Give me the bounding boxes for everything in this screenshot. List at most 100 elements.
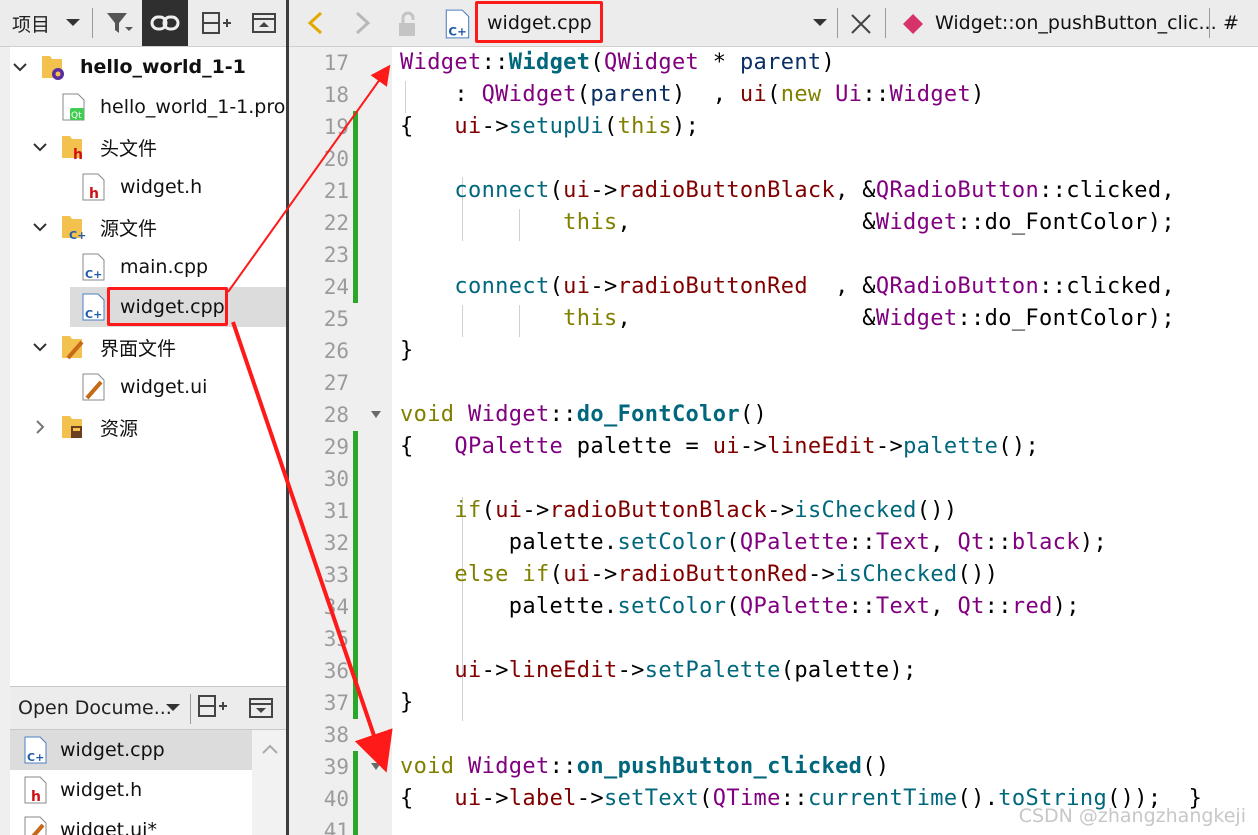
line-number: 19	[323, 115, 349, 139]
editor-toolbar: C+ widget.cpp Widget::on_pushButton_clic…	[289, 0, 1258, 47]
link-editor-button[interactable]	[142, 0, 188, 46]
filter-button[interactable]	[100, 0, 138, 46]
svg-text:C+: C+	[85, 268, 102, 281]
code-line: palette.setColor(QPalette::Text, Qt::red…	[400, 594, 1080, 619]
line-number: 38	[323, 723, 349, 747]
form-folder-icon	[62, 336, 84, 360]
open-document-label: widget.ui*	[60, 819, 157, 835]
collapse-pane-icon	[252, 13, 276, 33]
split-button[interactable]	[196, 0, 236, 46]
project-folder-icon	[42, 56, 64, 80]
code-line: void Widget::on_pushButton_clicked()	[400, 754, 890, 779]
tree-item-headers-folder[interactable]: h 头文件	[10, 127, 287, 167]
widget-ui-label: widget.ui	[120, 376, 208, 398]
collapse-pane-icon	[249, 698, 273, 718]
line-number: 23	[323, 243, 349, 267]
tree-item-widget-ui[interactable]: widget.ui	[10, 367, 287, 407]
project-root-label: hello_world_1-1	[80, 56, 246, 78]
close-pane-button[interactable]	[248, 697, 278, 723]
line-number: 36	[323, 659, 349, 683]
symbol-selector[interactable]: Widget::on_pushButton_clic...	[929, 0, 1217, 46]
code-line: this, &Widget::do_FontColor);	[563, 210, 1175, 235]
left-dock-edge	[0, 47, 10, 835]
close-sidebar-button[interactable]	[244, 0, 284, 46]
chevron-down-icon	[13, 63, 27, 72]
open-document-item[interactable]: h widget.h	[10, 770, 252, 810]
open-documents-list: C+ widget.cpp h widget.h widget.ui*	[10, 730, 252, 835]
resource-folder-icon	[62, 416, 82, 438]
project-view-selector[interactable]: 项目	[4, 0, 90, 46]
chevron-down-icon	[33, 343, 47, 352]
forms-folder-label: 界面文件	[100, 337, 177, 360]
line-number: 21	[323, 179, 349, 203]
cpp-file-icon: C+	[82, 253, 105, 281]
split-button[interactable]	[196, 693, 236, 725]
pro-file-label: hello_world_1-1.pro	[100, 96, 286, 118]
function-symbol-icon	[903, 14, 923, 34]
chevron-down-icon[interactable]	[811, 17, 829, 29]
tree-item-pro-file[interactable]: Qt hello_world_1-1.pro	[10, 87, 287, 127]
line-number: 32	[323, 531, 349, 555]
line-number: 33	[323, 563, 349, 587]
open-document-item[interactable]: widget.ui*	[10, 810, 252, 835]
line-number: 37	[323, 691, 349, 715]
open-documents-scrollbar[interactable]	[252, 730, 287, 835]
headers-folder-label: 头文件	[100, 137, 158, 160]
tree-item-project-root[interactable]: hello_world_1-1	[10, 47, 287, 87]
line-number: 17	[323, 51, 349, 75]
code-line: palette.setColor(QPalette::Text, Qt::bla…	[400, 530, 1108, 555]
tree-item-widget-h[interactable]: h widget.h	[10, 167, 287, 207]
open-document-item[interactable]: C+ widget.cpp	[10, 730, 252, 770]
chevron-down-icon	[166, 704, 180, 711]
annotation-box-tab	[475, 1, 603, 43]
svg-text:C+: C+	[448, 25, 466, 39]
tree-item-main-cpp[interactable]: C+ main.cpp	[10, 247, 287, 287]
current-symbol: Widget::on_pushButton_clic...	[935, 12, 1217, 34]
code-line: connect(ui->radioButtonBlack, &QRadioBut…	[454, 178, 1176, 203]
hash-button[interactable]: #	[1223, 12, 1239, 34]
sources-folder-label: 源文件	[100, 217, 158, 240]
forward-arrow-icon[interactable]	[349, 10, 375, 36]
tree-item-forms-folder[interactable]: 界面文件	[10, 327, 287, 367]
open-documents-selector[interactable]: Open Docume...	[10, 687, 188, 729]
line-number: 40	[323, 787, 349, 811]
svg-text:Qt: Qt	[71, 111, 82, 121]
link-icon	[150, 15, 180, 31]
ui-file-icon	[24, 816, 47, 835]
fold-marker-icon[interactable]	[370, 410, 382, 420]
line-number: 27	[323, 371, 349, 395]
cpp-file-icon: C+	[445, 9, 470, 39]
lock-icon[interactable]	[395, 10, 421, 38]
open-documents-title: Open Docume...	[18, 697, 172, 719]
code-line: { ui->setupUi(this);	[400, 114, 700, 139]
svg-text:C+: C+	[69, 229, 86, 242]
widget-h-label: widget.h	[120, 176, 203, 198]
open-document-label: widget.h	[60, 779, 143, 801]
line-number-gutter: 17 18 19 20 21 22 23 24 25 26 27 28 29 30 31 32 33 34 35 36…	[289, 47, 392, 835]
tree-item-resources-folder[interactable]: 资源	[10, 407, 287, 447]
line-number: 22	[323, 211, 349, 235]
line-number: 34	[323, 595, 349, 619]
svg-text:C+: C+	[27, 751, 44, 764]
svg-text:C+: C+	[85, 308, 102, 321]
code-line: ui->lineEdit->setPalette(palette);	[454, 658, 917, 683]
line-number: 24	[323, 275, 349, 299]
line-number: 29	[323, 435, 349, 459]
line-number: 31	[323, 499, 349, 523]
cpp-file-icon: C+	[24, 736, 47, 764]
back-arrow-icon[interactable]	[303, 10, 329, 36]
fold-marker-icon[interactable]	[370, 762, 382, 772]
code-line: Widget::Widget(QWidget * parent)	[400, 50, 836, 75]
close-icon[interactable]	[849, 12, 873, 36]
main-cpp-label: main.cpp	[120, 256, 209, 278]
line-number: 41	[323, 819, 349, 835]
header-folder-icon: h	[62, 136, 83, 162]
code-line: if(ui->radioButtonBlack->isChecked())	[454, 498, 958, 523]
source-folder-icon: C+	[62, 216, 86, 242]
tree-item-sources-folder[interactable]: C+ 源文件	[10, 207, 287, 247]
cpp-file-icon: C+	[82, 293, 105, 321]
open-documents-header: Open Docume...	[10, 686, 287, 730]
code-line: this, &Widget::do_FontColor);	[563, 306, 1175, 331]
filter-icon	[107, 13, 133, 33]
code-editor[interactable]: Widget::Widget(QWidget * parent) : QWidg…	[392, 47, 1258, 835]
